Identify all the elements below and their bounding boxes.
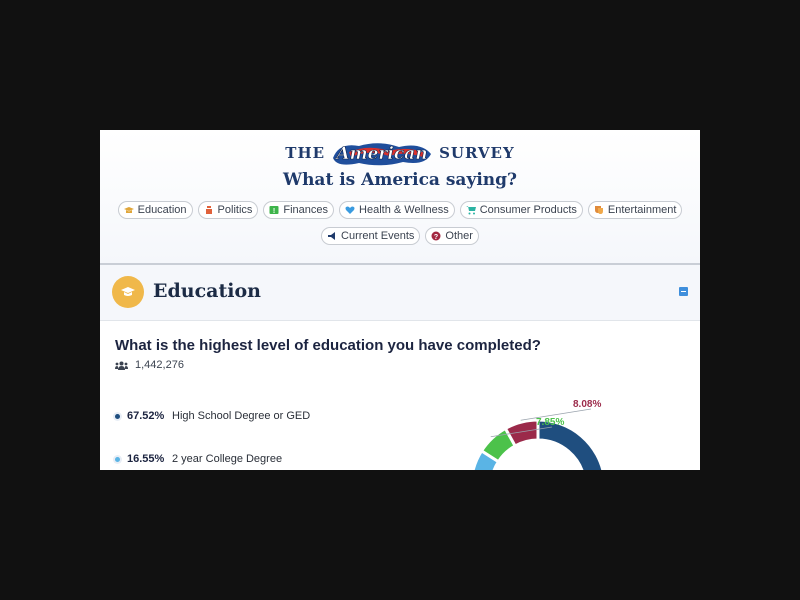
section-icon bbox=[112, 276, 144, 308]
graduation-cap-icon bbox=[121, 287, 135, 296]
site-logo[interactable]: THE American SURVEY bbox=[100, 138, 700, 168]
category-chip-label: Current Events bbox=[341, 230, 415, 242]
money-icon: ! bbox=[269, 206, 279, 215]
category-chip-consumer-products[interactable]: Consumer Products bbox=[459, 201, 583, 219]
answer-percent: 16.55% bbox=[127, 453, 165, 465]
category-nav-row-1: Education Politics ! Finances Health & W… bbox=[117, 201, 683, 219]
category-chip-label: Consumer Products bbox=[479, 204, 577, 216]
logo-word-the: THE bbox=[285, 144, 326, 162]
category-chip-education[interactable]: Education bbox=[117, 201, 193, 219]
megaphone-icon bbox=[328, 232, 336, 240]
logo-word-survey: SURVEY bbox=[439, 144, 515, 162]
users-icon bbox=[115, 361, 128, 370]
answer-row[interactable]: 16.55% 2 year College Degree bbox=[115, 453, 282, 465]
logo-script-text: American bbox=[335, 144, 428, 164]
respondent-count-value: 1,442,276 bbox=[135, 359, 184, 371]
logo-script-mark: American bbox=[329, 138, 435, 168]
respondent-count: 1,442,276 bbox=[115, 359, 184, 371]
site-tagline: What is America saying? bbox=[282, 170, 517, 190]
category-chip-label: Entertainment bbox=[607, 204, 677, 216]
answer-label: 2 year College Degree bbox=[172, 453, 283, 465]
category-chip-other[interactable]: ? Other bbox=[425, 227, 479, 245]
donut-chart: 8.08% 7.85% bbox=[471, 399, 605, 470]
site-header: THE American SURVEY What is America sayi… bbox=[100, 130, 700, 265]
section-header[interactable]: Education bbox=[100, 265, 700, 321]
category-chip-health[interactable]: Health & Wellness bbox=[339, 201, 455, 219]
category-chip-label: Finances bbox=[283, 204, 329, 216]
answer-percent: 67.52% bbox=[127, 410, 165, 422]
heartbeat-icon bbox=[345, 206, 355, 214]
answer-row[interactable]: 67.52% High School Degree or GED bbox=[115, 410, 310, 422]
svg-text:?: ? bbox=[434, 234, 438, 241]
category-chip-politics[interactable]: Politics bbox=[197, 201, 259, 219]
category-chip-finances[interactable]: ! Finances bbox=[263, 201, 335, 219]
series-dot bbox=[115, 413, 120, 419]
data-label: 8.08% bbox=[573, 399, 601, 410]
podium-icon bbox=[205, 206, 212, 214]
series-dot bbox=[115, 456, 120, 462]
masks-icon bbox=[594, 206, 603, 214]
category-nav-row-2: Current Events ? Other bbox=[120, 227, 680, 245]
category-chip-current-events[interactable]: Current Events bbox=[321, 227, 421, 245]
page-viewport: THE American SURVEY What is America sayi… bbox=[100, 130, 700, 470]
question-icon: ? bbox=[431, 231, 441, 241]
category-chip-label: Other bbox=[445, 230, 473, 242]
category-chip-label: Politics bbox=[217, 204, 253, 216]
section-title: Education bbox=[153, 280, 261, 302]
question-title: What is the highest level of education y… bbox=[115, 337, 541, 354]
collapse-button[interactable] bbox=[679, 287, 688, 296]
answer-label: High School Degree or GED bbox=[172, 410, 311, 422]
graduation-cap-icon bbox=[123, 207, 134, 213]
category-chip-entertainment[interactable]: Entertainment bbox=[587, 201, 683, 219]
category-chip-label: Education bbox=[137, 204, 187, 216]
svg-text:!: ! bbox=[273, 208, 275, 215]
data-label: 7.85% bbox=[536, 417, 564, 428]
category-chip-label: Health & Wellness bbox=[359, 204, 449, 216]
cart-icon bbox=[465, 206, 476, 215]
